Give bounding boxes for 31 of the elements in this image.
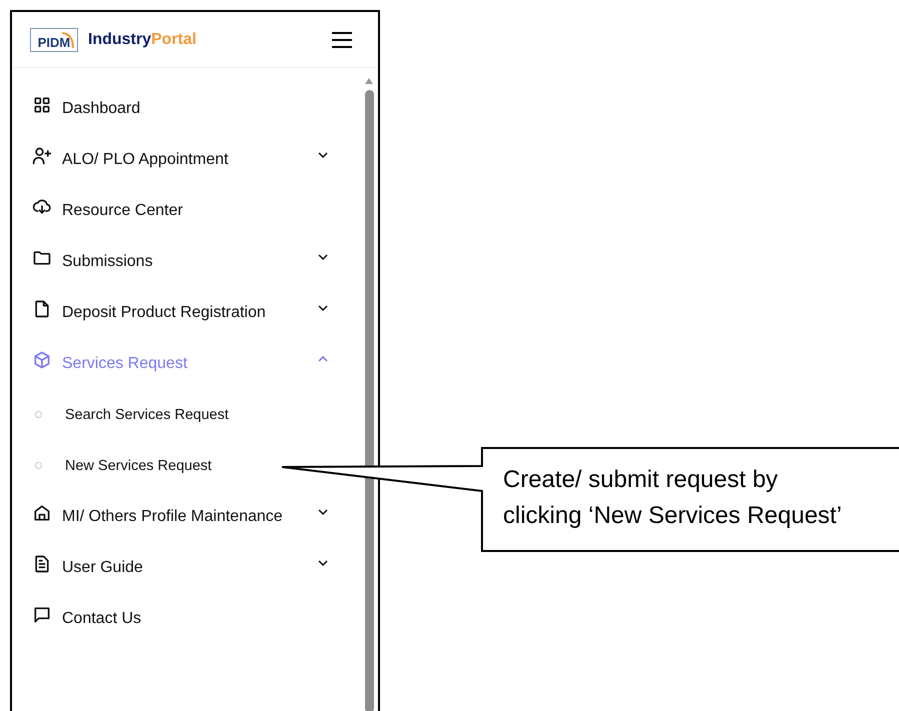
menu-item[interactable]: Submissions (12, 236, 364, 287)
callout-text: Create/ submit request by clicking ‘New Services Request’ (503, 465, 843, 531)
user-plus-icon (32, 146, 52, 166)
chevron-down-icon[interactable] (318, 304, 328, 310)
menu-item[interactable]: Resource Center (12, 185, 364, 236)
chat-icon (32, 604, 52, 624)
bullet-icon (35, 462, 42, 469)
cloud-download-icon (32, 196, 52, 216)
submenu-item[interactable]: Search Services Request (65, 406, 229, 422)
menu-item[interactable]: Deposit Product Registration (12, 287, 364, 338)
menu-item[interactable]: Contact Us (12, 593, 364, 644)
chevron-up-icon[interactable] (318, 356, 328, 362)
scrollbar[interactable] (364, 78, 374, 711)
chevron-down-icon[interactable] (318, 560, 328, 566)
home-icon (32, 502, 52, 522)
chevron-down-icon[interactable] (318, 152, 328, 158)
bullet-icon (35, 411, 42, 418)
menu-item[interactable]: User Guide (12, 542, 364, 593)
menu-item[interactable]: Services Request (12, 338, 364, 389)
menu-item[interactable]: MI/ Others Profile Maintenance (12, 491, 364, 542)
chevron-down-icon[interactable] (318, 254, 328, 260)
chevron-down-icon[interactable] (318, 508, 328, 514)
brand-title: IndustryPortal (88, 30, 198, 48)
submenu-item[interactable]: New Services Request (65, 458, 212, 474)
menu-icon[interactable] (332, 32, 352, 48)
logo: PIDM (30, 28, 78, 52)
menu-item[interactable]: Dashboard (12, 83, 364, 134)
grid-icon (32, 94, 52, 114)
menu-item[interactable]: ALO/ PLO Appointment (12, 134, 364, 185)
box-icon (32, 350, 52, 370)
scroll-up-icon[interactable] (365, 78, 373, 84)
